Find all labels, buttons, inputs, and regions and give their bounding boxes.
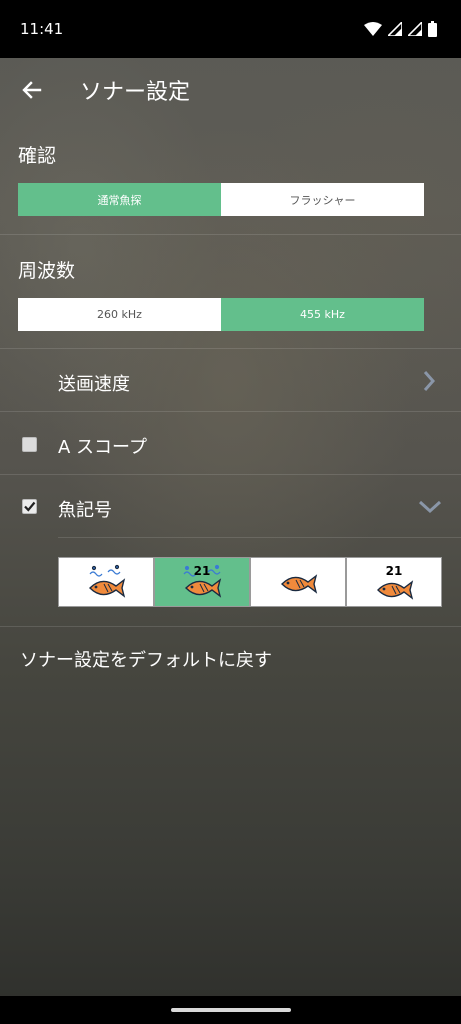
divider xyxy=(0,348,461,349)
status-time: 11:41 xyxy=(20,20,64,38)
chevron-down-icon[interactable] xyxy=(417,498,443,516)
chevron-right-icon[interactable] xyxy=(420,369,438,393)
divider xyxy=(58,537,461,538)
status-icons xyxy=(364,21,437,37)
fish-symbol-options: 21 21 xyxy=(58,557,442,607)
confirm-option-normal[interactable]: 通常魚探 xyxy=(18,183,221,216)
reset-to-default-button[interactable]: ソナー設定をデフォルトに戻す xyxy=(20,646,272,672)
app-bar: ソナー設定 xyxy=(0,58,461,122)
fish-option-number: 21 xyxy=(193,564,211,578)
fish-with-bubbles-icon xyxy=(89,564,126,598)
checkmark-icon xyxy=(24,501,36,512)
fish-option-bubbles[interactable] xyxy=(58,557,154,607)
signal-icon-2 xyxy=(408,22,422,36)
fish-option-depth[interactable]: 21 xyxy=(346,557,442,607)
divider xyxy=(0,411,461,412)
a-scope-label: A スコープ xyxy=(58,437,147,458)
fish-option-number: 21 xyxy=(385,564,403,578)
a-scope-checkbox[interactable] xyxy=(22,437,37,452)
fish-option-plain[interactable] xyxy=(250,557,346,607)
confirm-option-flasher[interactable]: フラッシャー xyxy=(221,183,424,216)
home-handle[interactable] xyxy=(171,1008,291,1012)
fish-icon xyxy=(281,574,318,594)
fish-symbol-checkbox[interactable] xyxy=(22,499,37,514)
confirm-mode-selector: 通常魚探 フラッシャー xyxy=(18,183,424,216)
navigation-bar xyxy=(0,996,461,1024)
status-bar: 11:41 xyxy=(0,0,461,58)
signal-icon xyxy=(388,22,402,36)
divider xyxy=(0,234,461,235)
fish-symbol-label: 魚記号 xyxy=(58,500,112,521)
divider xyxy=(0,474,461,475)
frequency-option-260[interactable]: 260 kHz xyxy=(18,298,221,331)
page-title: ソナー設定 xyxy=(80,80,191,105)
confirm-section-title: 確認 xyxy=(18,145,57,167)
frequency-selector: 260 kHz 455 kHz xyxy=(18,298,424,331)
divider xyxy=(0,626,461,627)
battery-icon xyxy=(428,21,437,37)
back-arrow-icon[interactable] xyxy=(18,76,46,104)
wifi-icon xyxy=(364,22,382,36)
frequency-option-455[interactable]: 455 kHz xyxy=(221,298,424,331)
frequency-section-title: 周波数 xyxy=(18,260,76,282)
fish-option-bubbles-depth[interactable]: 21 xyxy=(154,557,250,607)
scroll-speed-label: 送画速度 xyxy=(58,374,130,395)
